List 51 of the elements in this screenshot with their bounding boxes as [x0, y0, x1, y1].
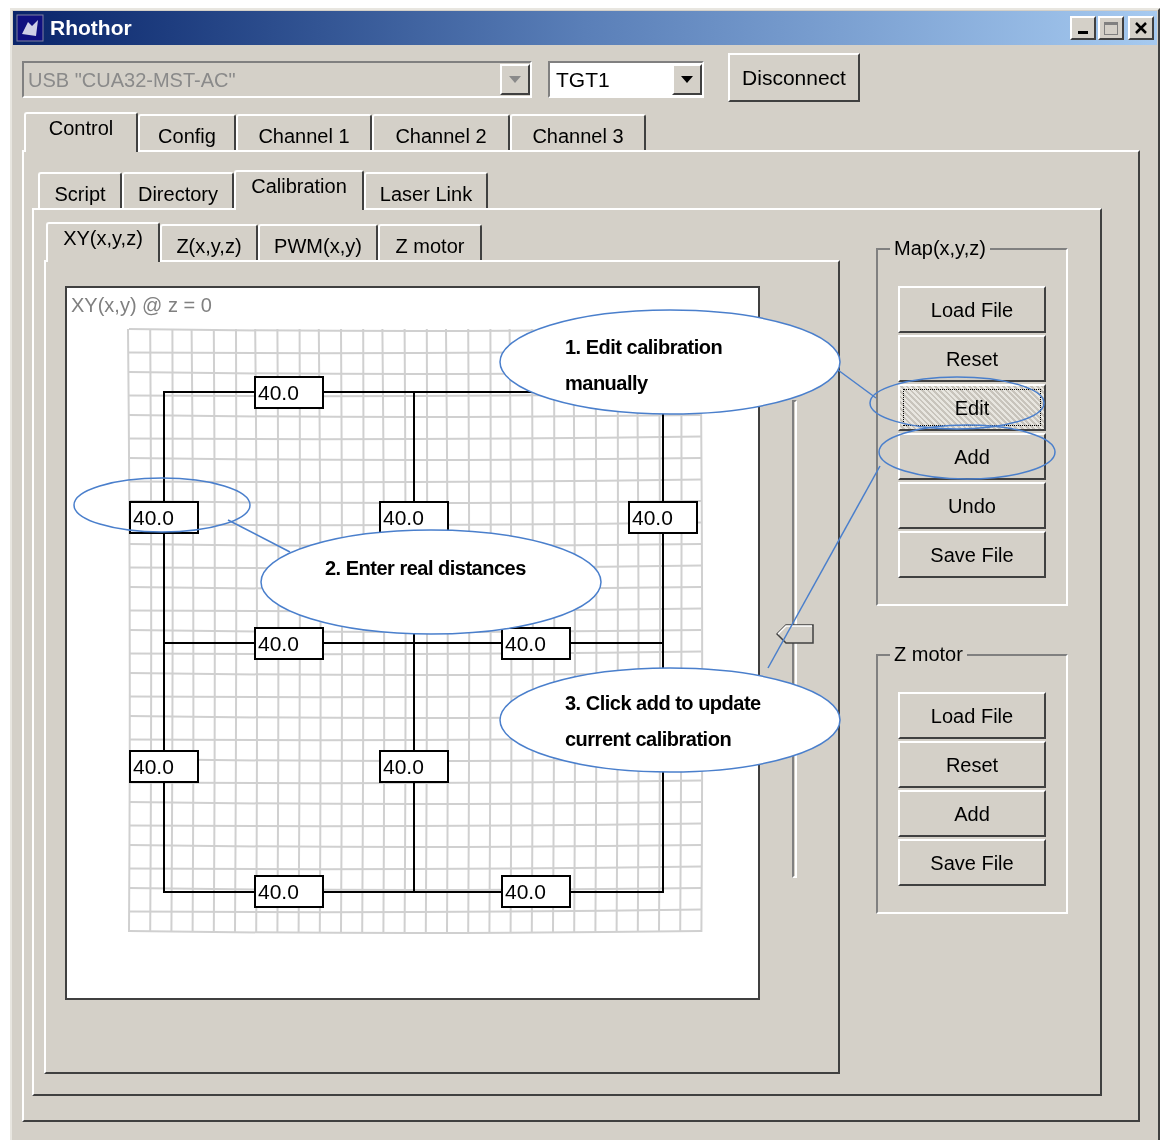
tab[interactable]: Channel 3: [510, 114, 646, 150]
value-field[interactable]: 40.0: [129, 501, 199, 534]
callout-text: 3. Click add to update: [565, 691, 761, 716]
tab[interactable]: Channel 2: [372, 114, 510, 150]
tab[interactable]: XY(x,y,z): [46, 222, 160, 262]
close-button[interactable]: [1128, 16, 1154, 40]
target-dropdown[interactable]: TGT1: [548, 61, 704, 98]
push-button[interactable]: Reset: [898, 335, 1046, 382]
callout-text: 2. Enter real distances: [325, 556, 526, 581]
callout-text: 1. Edit calibration: [565, 335, 723, 360]
value-field[interactable]: 40.0: [628, 501, 698, 534]
slider-thumb[interactable]: [776, 624, 814, 645]
value-field[interactable]: 40.0: [379, 750, 449, 783]
push-button[interactable]: Load File: [898, 286, 1046, 333]
push-button[interactable]: Add: [898, 433, 1046, 480]
window-title: Rhothor: [50, 15, 132, 42]
value-field[interactable]: 40.0: [501, 627, 571, 660]
tab[interactable]: Directory: [122, 172, 234, 208]
close-icon: [1134, 21, 1148, 35]
push-button[interactable]: Load File: [898, 692, 1046, 739]
value-field[interactable]: 40.0: [129, 750, 199, 783]
push-button[interactable]: Reset: [898, 741, 1046, 788]
tab[interactable]: Z(x,y,z): [160, 224, 258, 260]
value-field[interactable]: 40.0: [254, 376, 324, 409]
tab[interactable]: Config: [138, 114, 236, 150]
minimize-button[interactable]: [1070, 16, 1096, 40]
tab[interactable]: Script: [38, 172, 122, 208]
callout-text: manually: [565, 371, 649, 396]
push-button[interactable]: Undo: [898, 482, 1046, 529]
push-button[interactable]: Save File: [898, 531, 1046, 578]
value-field[interactable]: 40.0: [254, 627, 324, 660]
push-button[interactable]: Edit: [898, 384, 1046, 431]
leader-line: [227, 519, 291, 553]
tab[interactable]: PWM(x,y): [258, 224, 378, 260]
tab[interactable]: Z motor: [378, 224, 482, 260]
leader-line: [837, 369, 877, 399]
disconnect-button[interactable]: Disconnect: [728, 53, 860, 102]
push-button[interactable]: Save File: [898, 839, 1046, 886]
maximize-button[interactable]: [1098, 16, 1124, 40]
plot-title: XY(x,y) @ z = 0: [71, 293, 212, 318]
tab[interactable]: Channel 1: [236, 114, 372, 150]
app-icon: [16, 14, 44, 42]
callout-text: current calibration: [565, 727, 733, 752]
value-field[interactable]: 40.0: [254, 875, 324, 908]
push-button[interactable]: Add: [898, 790, 1046, 837]
tab[interactable]: Control: [24, 112, 138, 152]
tab[interactable]: Laser Link: [364, 172, 488, 208]
dropdown-arrow-icon: [681, 76, 693, 83]
dropdown-arrow-icon: [509, 76, 521, 83]
value-field[interactable]: 40.0: [501, 875, 571, 908]
tab[interactable]: Calibration: [234, 170, 364, 210]
